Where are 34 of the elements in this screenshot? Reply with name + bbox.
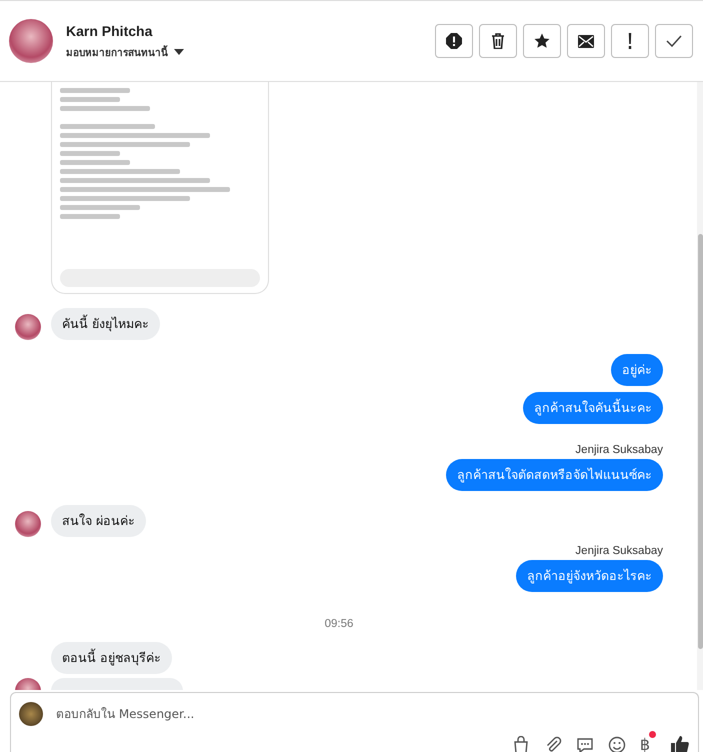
- alert-octagon-icon: [446, 33, 462, 49]
- incoming-message: ตอนนี้ อยู่ชลบุรีค่ะ: [51, 642, 172, 674]
- important-button[interactable]: [611, 24, 649, 58]
- envelope-icon: [578, 34, 594, 48]
- check-icon: [666, 35, 682, 47]
- emoji-icon[interactable]: [608, 736, 626, 752]
- thumbs-up-icon[interactable]: [670, 734, 690, 752]
- trash-icon: [491, 33, 505, 49]
- star-button[interactable]: [523, 24, 561, 58]
- outgoing-message: ลูกค้าสนใจตัดสดหรือจัดไฟแนนซ์คะ: [446, 459, 663, 491]
- timestamp: 09:56: [324, 618, 354, 630]
- mail-button[interactable]: [567, 24, 605, 58]
- outgoing-message: อยู่ค่ะ: [611, 354, 663, 386]
- sender-name: Jenjira Suksabay: [574, 444, 663, 456]
- exclamation-icon: [628, 33, 632, 49]
- profile-avatar: [9, 19, 53, 63]
- caret-icon: [174, 49, 184, 55]
- scrollbar[interactable]: [697, 82, 703, 690]
- outgoing-message: ลูกค้าสนใจคันนี้นะคะ: [523, 392, 663, 424]
- contact-name: Karn Phitcha: [66, 22, 154, 38]
- page-avatar: [19, 702, 43, 726]
- incoming-message: คันนี้ ยังยุไหมคะ: [51, 308, 160, 340]
- outgoing-message: ลูกค้าอยู่จังหวัดอะไรคะ: [516, 560, 663, 592]
- star-icon: [534, 33, 550, 49]
- reply-field[interactable]: ตอบกลับใน Messenger... ฿: [10, 692, 699, 752]
- delete-button[interactable]: [479, 24, 517, 58]
- payment-button[interactable]: ฿: [640, 731, 656, 752]
- chat-bubble-icon[interactable]: [576, 736, 594, 752]
- done-button[interactable]: [655, 24, 693, 58]
- sender-name: Jenjira Suksabay: [574, 545, 663, 557]
- incoming-message: สนใจ ผ่อนค่ะ: [51, 505, 146, 537]
- alert-button[interactable]: [435, 24, 473, 58]
- shopping-bag-icon[interactable]: [512, 736, 530, 752]
- assign-dropdown[interactable]: มอบหมายการสนทนานี้: [66, 44, 184, 60]
